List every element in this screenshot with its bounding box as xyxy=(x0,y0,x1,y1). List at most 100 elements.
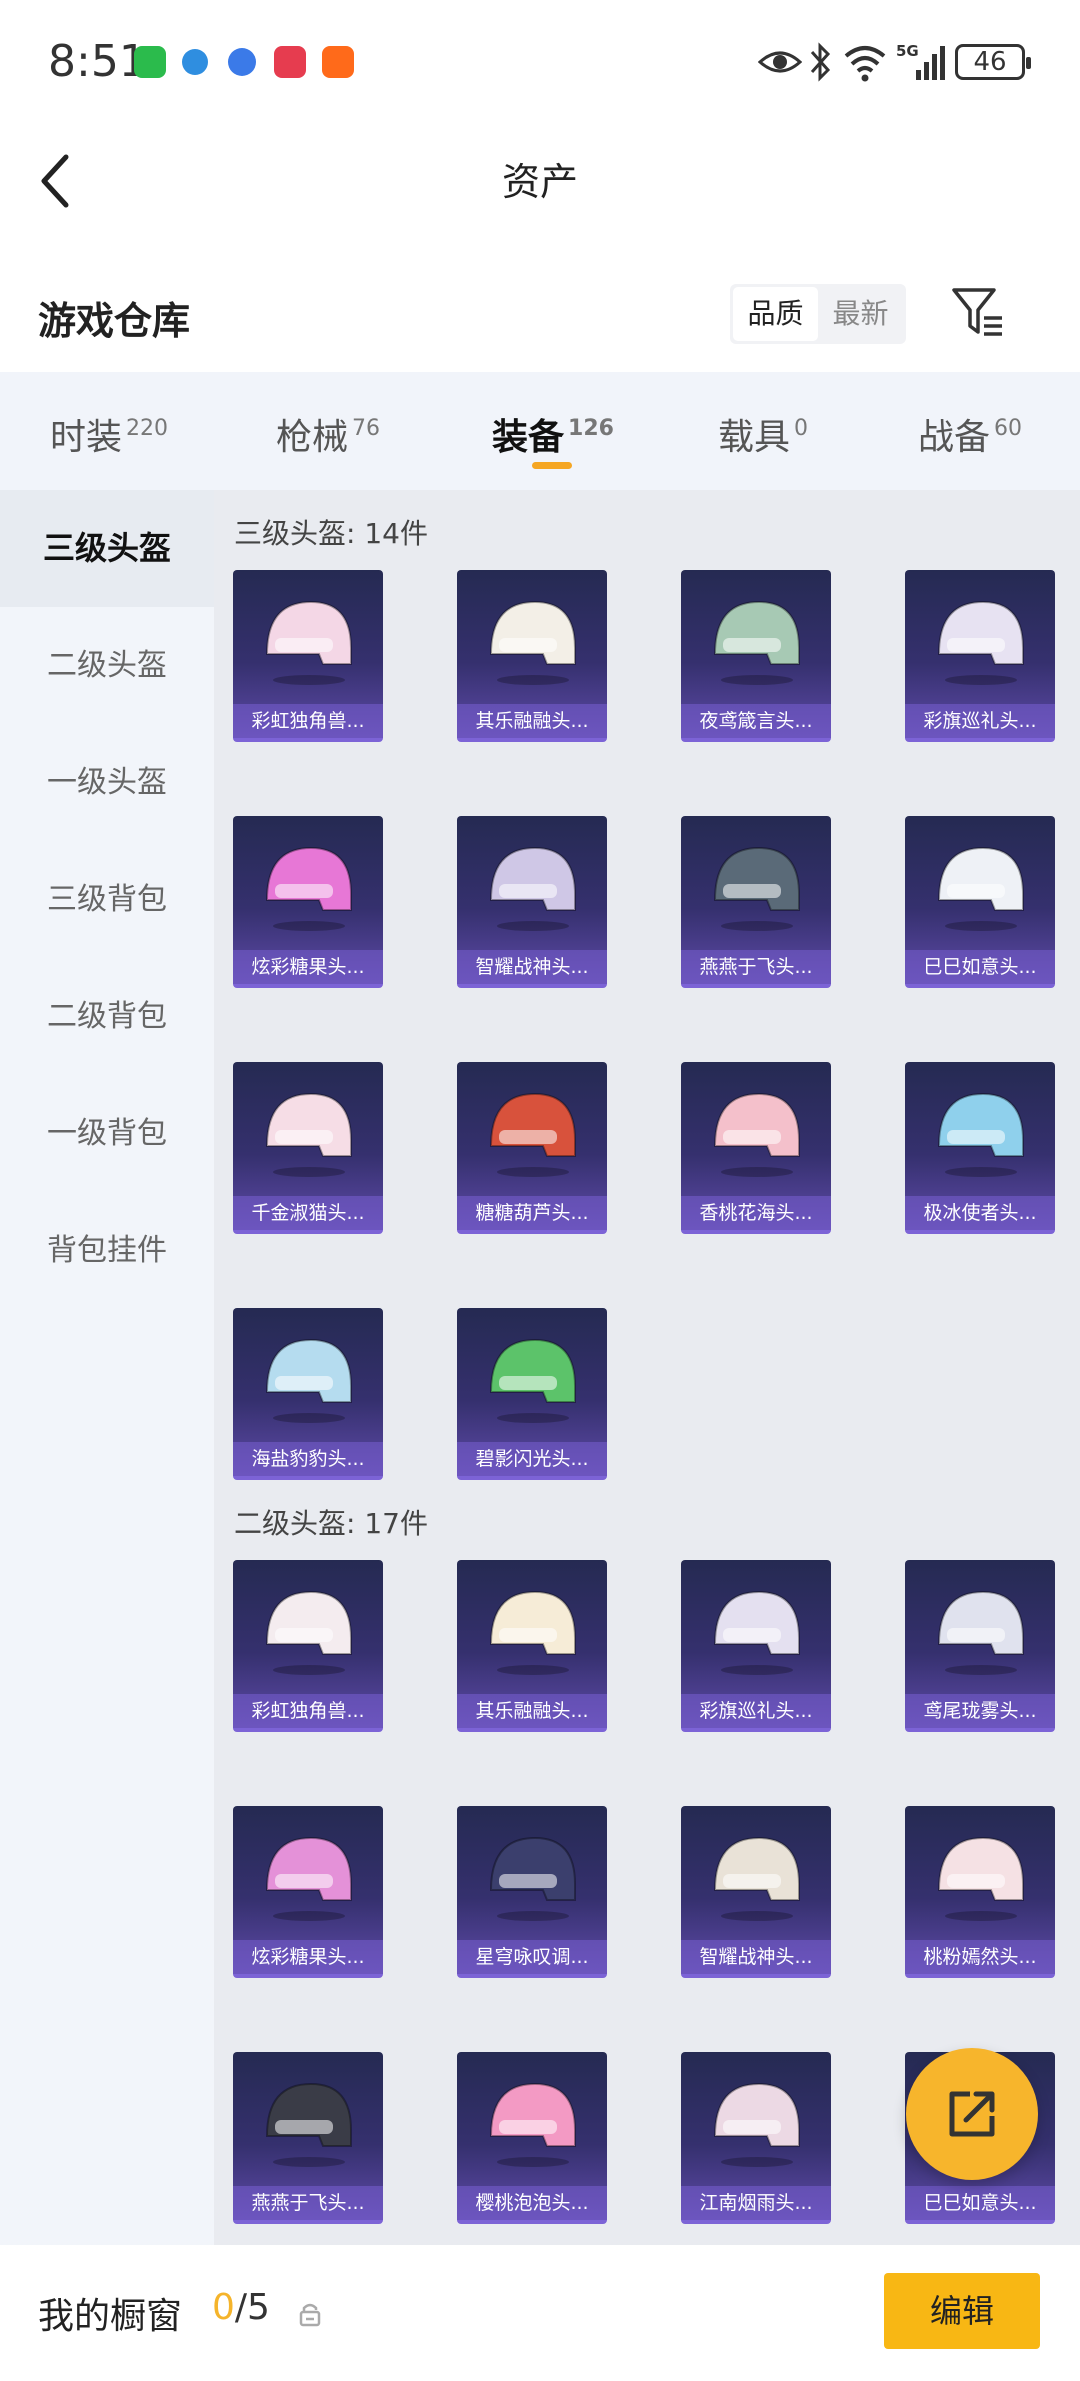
showcase-current: 0 xyxy=(212,2287,235,2328)
helmet-icon xyxy=(937,1092,1024,1177)
showcase-label: 我的橱窗 xyxy=(38,2296,183,2337)
sidebar-item-level1-backpack[interactable]: 一级背包 xyxy=(0,1075,214,1192)
item-card[interactable]: 樱桃泡泡头... xyxy=(457,2052,607,2224)
tab-vehicles[interactable]: 载具 0 xyxy=(718,408,808,460)
helmet-icon xyxy=(937,846,1024,931)
tab-count: 76 xyxy=(352,416,381,441)
tab-label: 时装 xyxy=(50,417,123,458)
music-icon xyxy=(228,48,256,76)
item-card[interactable]: 桃粉嫣然头... xyxy=(905,1806,1055,1978)
item-card[interactable]: 炫彩糖果头... xyxy=(233,816,383,988)
section-title-level2-helmet: 二级头盔: 17件 xyxy=(234,1507,428,1540)
helmet-icon xyxy=(489,1092,576,1177)
subcategory-sidebar: 三级头盔 二级头盔 一级头盔 三级背包 二级背包 一级背包 背包挂件 xyxy=(0,490,214,2245)
tab-weapons[interactable]: 枪械 76 xyxy=(276,408,380,460)
item-card[interactable]: 鸢尾珑雾头... xyxy=(905,1560,1055,1732)
helmet-icon xyxy=(265,1590,352,1675)
warehouse-title: 游戏仓库 xyxy=(38,299,191,343)
tab-fashion[interactable]: 时装 220 xyxy=(50,408,168,460)
helmet-icon xyxy=(265,1836,352,1921)
item-card[interactable]: 海盐豹豹头... xyxy=(233,1308,383,1480)
item-name: 智耀战神头... xyxy=(457,950,607,984)
item-card[interactable]: 其乐融融头... xyxy=(457,1560,607,1732)
helmet-icon xyxy=(265,1092,352,1177)
status-time: 8:51 xyxy=(48,36,147,87)
item-card[interactable]: 彩虹独角兽... xyxy=(233,570,383,742)
item-card[interactable]: 千金淑猫头... xyxy=(233,1062,383,1234)
tab-label: 装备 xyxy=(492,417,565,458)
share-fab-button[interactable] xyxy=(906,2048,1038,2180)
tab-label: 载具 xyxy=(718,417,791,458)
item-card[interactable]: 燕燕于飞头... xyxy=(681,816,831,988)
item-card[interactable]: 星穹咏叹调... xyxy=(457,1806,607,1978)
lock-icon xyxy=(299,2303,321,2327)
sidebar-item-backpack-charm[interactable]: 背包挂件 xyxy=(0,1192,214,1309)
sort-quality-button[interactable]: 品质 xyxy=(733,287,818,341)
tab-equipment[interactable]: 装备 126 xyxy=(492,408,614,460)
item-name: 香桃花海头... xyxy=(681,1196,831,1230)
signal-5g-icon: 5G xyxy=(896,42,945,80)
sort-toggle: 品质 最新 xyxy=(730,284,906,344)
item-card[interactable]: 燕燕于飞头... xyxy=(233,2052,383,2224)
item-card[interactable]: 彩旗巡礼头... xyxy=(905,570,1055,742)
filter-icon[interactable] xyxy=(950,284,1006,340)
item-name: 燕燕于飞头... xyxy=(233,2186,383,2220)
item-card[interactable]: 智耀战神头... xyxy=(681,1806,831,1978)
item-card[interactable]: 彩旗巡礼头... xyxy=(681,1560,831,1732)
helmet-icon xyxy=(937,600,1024,685)
item-name: 燕燕于飞头... xyxy=(681,950,831,984)
item-card[interactable]: 碧影闪光头... xyxy=(457,1308,607,1480)
helmet-icon xyxy=(937,1836,1024,1921)
item-name: 炫彩糖果头... xyxy=(233,1940,383,1974)
item-card[interactable]: 江南烟雨头... xyxy=(681,2052,831,2224)
taobao-icon xyxy=(322,46,354,78)
item-card[interactable]: 彩虹独角兽... xyxy=(233,1560,383,1732)
item-name: 碧影闪光头... xyxy=(457,1442,607,1476)
item-card[interactable]: 夜鸢箴言头... xyxy=(681,570,831,742)
item-card[interactable]: 智耀战神头... xyxy=(457,816,607,988)
browser-icon xyxy=(182,49,208,75)
item-name: 炫彩糖果头... xyxy=(233,950,383,984)
battery-indicator: 46 xyxy=(955,44,1031,80)
helmet-icon xyxy=(713,2082,800,2167)
helmet-icon xyxy=(489,846,576,931)
tab-count: 126 xyxy=(568,416,614,441)
tab-count: 60 xyxy=(994,416,1023,441)
sidebar-item-level2-backpack[interactable]: 二级背包 xyxy=(0,958,214,1075)
sidebar-item-level1-helmet[interactable]: 一级头盔 xyxy=(0,724,214,841)
tab-combat-gear[interactable]: 战备 60 xyxy=(918,408,1022,460)
helmet-icon xyxy=(713,1092,800,1177)
showcase-total: /5 xyxy=(234,2287,270,2328)
tab-label: 枪械 xyxy=(276,417,349,458)
edit-button[interactable]: 编辑 xyxy=(884,2273,1040,2349)
item-card[interactable]: 糖糖葫芦头... xyxy=(457,1062,607,1234)
item-name: 江南烟雨头... xyxy=(681,2186,831,2220)
item-list[interactable]: 三级头盔: 14件 彩虹独角兽... 其乐融融头... 夜鸢箴言头... 彩旗巡礼头.… xyxy=(214,490,1080,2245)
item-card[interactable]: 其乐融融头... xyxy=(457,570,607,742)
sidebar-item-level3-backpack[interactable]: 三级背包 xyxy=(0,841,214,958)
helmet-icon xyxy=(713,1590,800,1675)
item-name: 彩虹独角兽... xyxy=(233,704,383,738)
helmet-icon xyxy=(713,846,800,931)
sort-newest-button[interactable]: 最新 xyxy=(818,287,903,341)
item-card[interactable]: 炫彩糖果头... xyxy=(233,1806,383,1978)
sidebar-item-level2-helmet[interactable]: 二级头盔 xyxy=(0,607,214,724)
item-card[interactable]: 香桃花海头... xyxy=(681,1062,831,1234)
status-bar: 8:51 5G 46 xyxy=(0,0,1080,125)
item-name: 彩旗巡礼头... xyxy=(905,704,1055,738)
item-name: 巳巳如意头... xyxy=(905,950,1055,984)
item-name: 千金淑猫头... xyxy=(233,1196,383,1230)
helmet-icon xyxy=(713,600,800,685)
page-title: 资产 xyxy=(501,160,578,204)
eye-icon xyxy=(758,51,802,73)
item-card[interactable]: 巳巳如意头... xyxy=(905,816,1055,988)
tab-label: 战备 xyxy=(918,417,991,458)
helmet-icon xyxy=(489,600,576,685)
helmet-icon xyxy=(713,1836,800,1921)
sidebar-item-level3-helmet[interactable]: 三级头盔 xyxy=(0,490,214,607)
item-card[interactable]: 极冰使者头... xyxy=(905,1062,1055,1234)
item-name: 极冰使者头... xyxy=(905,1196,1055,1230)
tab-count: 0 xyxy=(794,416,809,441)
helmet-icon xyxy=(489,1836,576,1921)
shopping-app-icon xyxy=(274,46,306,78)
